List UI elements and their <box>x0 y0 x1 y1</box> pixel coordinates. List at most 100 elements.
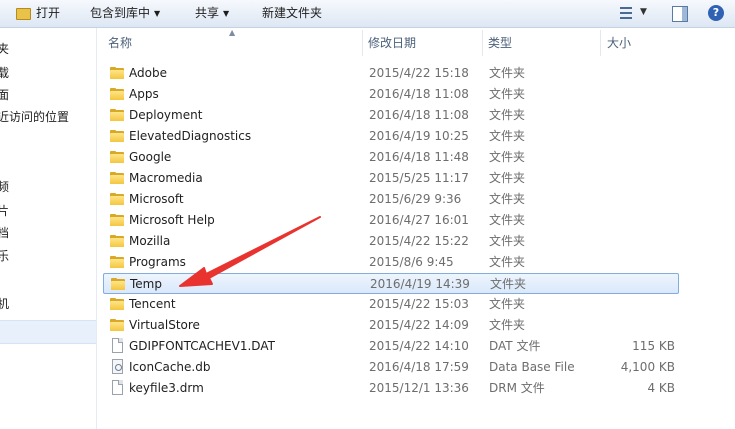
file-modified-date: 2015/4/22 15:03 <box>369 297 469 311</box>
nav-item[interactable]: 载 <box>0 64 9 81</box>
column-separator[interactable] <box>482 30 483 56</box>
file-modified-date: 2015/4/22 15:18 <box>369 66 469 80</box>
table-row[interactable]: ElevatedDiagnostics 2016/4/19 10:25 文件夹 <box>103 126 679 147</box>
navigation-pane: 夹载面近访问的位置频片档乐机 <box>0 28 96 429</box>
pane-divider[interactable] <box>96 28 97 429</box>
file-type: 文件夹 <box>489 297 526 311</box>
file-type: 文件夹 <box>489 108 526 122</box>
file-modified-date: 2015/12/1 13:36 <box>369 381 469 395</box>
file-name: Macromedia <box>129 171 203 185</box>
file-type: 文件夹 <box>489 192 526 206</box>
nav-item[interactable]: 片 <box>0 202 9 219</box>
folder-icon <box>110 151 124 163</box>
open-button-label: 打开 <box>36 6 61 20</box>
file-icon <box>112 338 123 353</box>
nav-item[interactable]: 频 <box>0 178 9 195</box>
file-type: 文件夹 <box>489 255 526 269</box>
folder-icon <box>111 278 125 290</box>
file-type: 文件夹 <box>489 150 526 164</box>
table-row[interactable]: IconCache.db 2016/4/18 17:59 Data Base Fil… <box>103 357 679 378</box>
file-modified-date: 2016/4/18 17:59 <box>369 360 469 374</box>
table-row[interactable]: GDIPFONTCACHEV1.DAT 2015/4/22 14:10 DAT 文件… <box>103 336 679 357</box>
file-type: 文件夹 <box>489 213 526 227</box>
chevron-down-icon: ▼ <box>223 9 230 18</box>
column-header-size[interactable]: 大小 <box>607 28 631 58</box>
new-folder-label: 新建文件夹 <box>262 6 323 20</box>
file-name: GDIPFONTCACHEV1.DAT <box>129 339 275 353</box>
table-row-selected[interactable]: Temp 2016/4/19 14:39 文件夹 <box>103 273 679 294</box>
table-row[interactable]: Google 2016/4/18 11:48 文件夹 <box>103 147 679 168</box>
nav-item[interactable]: 档 <box>0 224 9 241</box>
share-button[interactable]: 共享 ▼ <box>195 4 229 23</box>
view-options-icon[interactable] <box>618 4 634 22</box>
file-modified-date: 2016/4/18 11:08 <box>369 108 469 122</box>
file-name: Temp <box>130 277 162 291</box>
nav-selection-highlight <box>0 320 96 344</box>
column-header-date[interactable]: 修改日期 <box>368 28 416 58</box>
file-modified-date: 2015/4/22 14:09 <box>369 318 469 332</box>
preview-pane-icon[interactable] <box>672 6 688 22</box>
file-type: 文件夹 <box>489 66 526 80</box>
table-row[interactable]: Mozilla 2015/4/22 15:22 文件夹 <box>103 231 679 252</box>
nav-item[interactable]: 面 <box>0 86 9 103</box>
table-row[interactable]: Macromedia 2015/5/25 11:17 文件夹 <box>103 168 679 189</box>
file-name: IconCache.db <box>129 360 211 374</box>
file-name: Deployment <box>129 108 203 122</box>
file-name: Google <box>129 150 172 164</box>
file-modified-date: 2016/4/18 11:48 <box>369 150 469 164</box>
table-row[interactable]: VirtualStore 2015/4/22 14:09 文件夹 <box>103 315 679 336</box>
file-type: 文件夹 <box>489 171 526 185</box>
file-size: 4 KB <box>647 381 675 395</box>
command-bar: 打开 包含到库中 ▼ 共享 ▼ 新建文件夹 ▼ ? <box>0 0 735 28</box>
file-size: 115 KB <box>632 339 675 353</box>
file-size: 4,100 KB <box>620 360 675 374</box>
table-row[interactable]: keyfile3.drm 2015/12/1 13:36 DRM 文件 4 KB <box>103 378 679 399</box>
nav-item[interactable]: 乐 <box>0 247 9 264</box>
nav-item[interactable]: 近访问的位置 <box>0 108 69 125</box>
table-row[interactable]: Tencent 2015/4/22 15:03 文件夹 <box>103 294 679 315</box>
folder-icon <box>110 193 124 205</box>
folder-icon <box>110 298 124 310</box>
file-type: 文件夹 <box>489 318 526 332</box>
folder-icon <box>110 130 124 142</box>
folder-icon <box>110 67 124 79</box>
table-row[interactable]: Programs 2015/8/6 9:45 文件夹 <box>103 252 679 273</box>
folder-icon <box>110 88 124 100</box>
table-row[interactable]: Microsoft 2015/6/29 9:36 文件夹 <box>103 189 679 210</box>
table-row[interactable]: Microsoft Help 2016/4/27 16:01 文件夹 <box>103 210 679 231</box>
file-modified-date: 2016/4/19 10:25 <box>369 129 469 143</box>
table-row[interactable]: Adobe 2015/4/22 15:18 文件夹 <box>103 63 679 84</box>
column-header-name[interactable]: 名称 <box>108 28 132 58</box>
folder-icon <box>110 235 124 247</box>
help-icon[interactable]: ? <box>708 5 724 21</box>
table-row[interactable]: Deployment 2016/4/18 11:08 文件夹 <box>103 105 679 126</box>
view-chevron-down-icon[interactable]: ▼ <box>640 7 647 17</box>
file-name: Tencent <box>129 297 176 311</box>
file-modified-date: 2015/5/25 11:17 <box>369 171 469 185</box>
column-separator[interactable] <box>362 30 363 56</box>
file-name: Mozilla <box>129 234 171 248</box>
file-type: 文件夹 <box>489 87 526 101</box>
file-type: DRM 文件 <box>489 381 545 395</box>
database-file-icon <box>112 359 123 374</box>
nav-item[interactable]: 机 <box>0 295 9 312</box>
folder-icon <box>110 319 124 331</box>
sort-ascending-icon: ▲ <box>229 28 236 37</box>
file-modified-date: 2016/4/27 16:01 <box>369 213 469 227</box>
file-name: ElevatedDiagnostics <box>129 129 252 143</box>
file-modified-date: 2016/4/19 14:39 <box>370 277 470 291</box>
column-header-type[interactable]: 类型 <box>488 28 512 58</box>
file-modified-date: 2015/4/22 14:10 <box>369 339 469 353</box>
column-separator[interactable] <box>600 30 601 56</box>
file-modified-date: 2016/4/18 11:08 <box>369 87 469 101</box>
table-row[interactable]: Apps 2016/4/18 11:08 文件夹 <box>103 84 679 105</box>
folder-icon <box>110 256 124 268</box>
new-folder-button[interactable]: 新建文件夹 <box>262 4 322 23</box>
file-type: 文件夹 <box>489 234 526 248</box>
include-in-library-button[interactable]: 包含到库中 ▼ <box>90 4 160 23</box>
folder-icon <box>110 109 124 121</box>
file-modified-date: 2015/4/22 15:22 <box>369 234 469 248</box>
open-button[interactable]: 打开 <box>36 4 60 23</box>
nav-item[interactable]: 夹 <box>0 40 9 57</box>
folder-icon <box>110 214 124 226</box>
